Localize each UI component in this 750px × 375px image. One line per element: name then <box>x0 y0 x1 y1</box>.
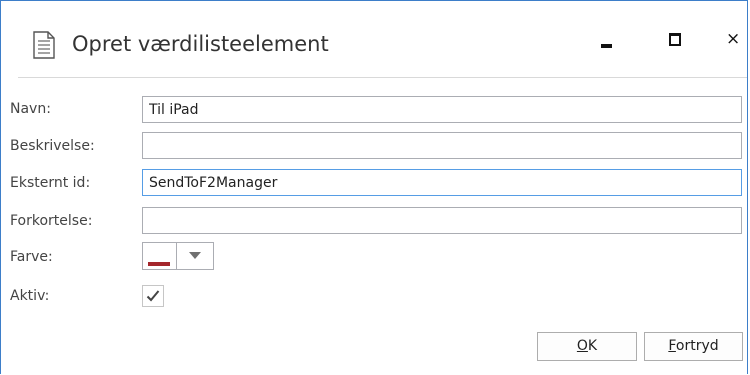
ok-button[interactable]: OK <box>537 332 637 361</box>
minimize-icon <box>601 44 612 48</box>
active-checkbox[interactable] <box>142 285 164 307</box>
cancel-button[interactable]: Fortryd <box>644 332 743 361</box>
external-id-label: Eksternt id: <box>10 175 91 191</box>
document-icon <box>33 31 55 59</box>
close-icon: × <box>726 29 741 49</box>
external-id-input[interactable] <box>142 169 742 196</box>
minimize-button[interactable] <box>593 25 633 61</box>
active-label: Aktiv: <box>10 288 50 304</box>
cancel-label-rest: ortryd <box>675 338 719 354</box>
maximize-icon <box>669 33 681 46</box>
ok-accelerator: O <box>576 338 588 354</box>
close-button[interactable]: × <box>716 25 750 61</box>
title-separator <box>18 77 747 78</box>
ok-label-rest: K <box>587 338 598 354</box>
maximize-button[interactable] <box>659 25 699 61</box>
title-bar[interactable]: Opret værdilisteelement × <box>1 1 747 77</box>
abbreviation-label: Forkortelse: <box>10 213 93 229</box>
abbreviation-input[interactable] <box>142 207 742 234</box>
cancel-accelerator: F <box>668 338 676 354</box>
chevron-down-icon[interactable] <box>189 252 201 259</box>
dialog-window: Opret værdilisteelement × Navn: Beskrive… <box>0 0 748 374</box>
description-label: Beskrivelse: <box>10 138 95 154</box>
color-picker-divider <box>176 243 177 269</box>
color-swatch <box>148 262 170 266</box>
color-label: Farve: <box>10 249 53 265</box>
color-picker[interactable] <box>142 242 214 270</box>
checkmark-icon <box>146 290 160 302</box>
name-label: Navn: <box>10 101 51 117</box>
description-input[interactable] <box>142 132 742 159</box>
name-input[interactable] <box>142 96 742 123</box>
window-title: Opret værdilisteelement <box>72 32 329 56</box>
